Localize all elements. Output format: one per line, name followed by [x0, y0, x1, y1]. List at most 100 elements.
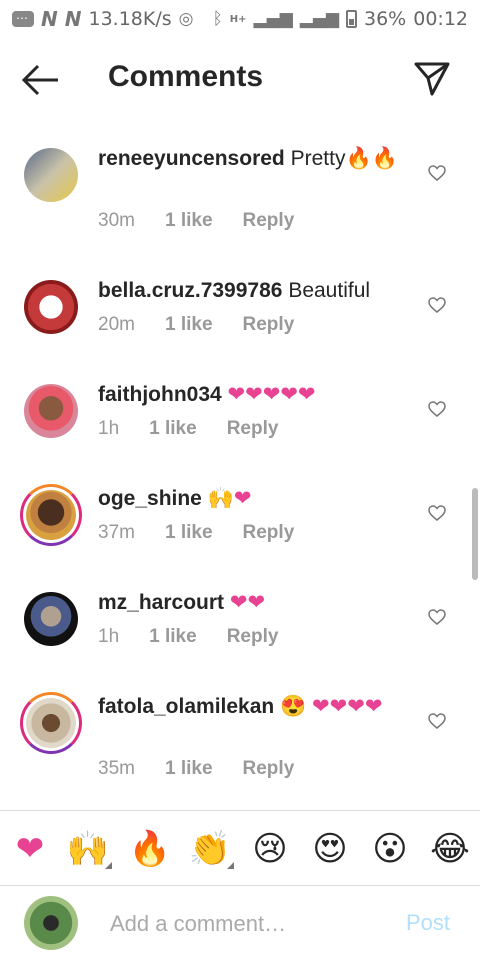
avatar[interactable]	[24, 592, 78, 646]
likes-count[interactable]: 1 like	[165, 758, 213, 780]
comment-meta: 1h 1 like Reply	[98, 626, 278, 648]
comment-text: mz_harcourt ❤❤	[98, 588, 398, 618]
status-bar: N N 13.18K/s ◎ ᛒ H+ ▂▄▆ ▂▄▆ 36% 00:12	[0, 0, 480, 38]
comment-time: 30m	[98, 210, 135, 231]
emoji-clap-button[interactable]: 👏	[188, 827, 234, 871]
avatar[interactable]	[20, 692, 82, 754]
fire-icon: 🔥	[128, 829, 172, 869]
comment-username[interactable]: bella.cruz.7399786	[98, 279, 282, 302]
emoji-surprised-button[interactable]: 😮	[368, 827, 412, 871]
comment-username[interactable]: fatola_olamilekan	[98, 695, 274, 718]
post-button[interactable]: Post	[406, 910, 450, 936]
reply-button[interactable]: Reply	[227, 626, 279, 648]
battery-icon	[346, 10, 357, 28]
raised-hands-icon: 🙌	[66, 829, 110, 869]
heart-outline-icon[interactable]	[428, 609, 446, 625]
signal-icon: ▂▄▆	[299, 9, 339, 29]
comment-username[interactable]: mz_harcourt	[98, 591, 224, 614]
likes-count[interactable]: 1 like	[165, 314, 213, 336]
heart-outline-icon[interactable]	[428, 297, 446, 313]
current-user-avatar[interactable]	[24, 896, 78, 950]
n-icon: N	[41, 7, 58, 31]
surprised-face-icon: 😮	[372, 829, 408, 869]
likes-count[interactable]: 1 like	[165, 522, 213, 544]
avatar[interactable]	[20, 484, 82, 546]
comment-body: ❤❤❤❤❤	[227, 383, 316, 406]
avatar[interactable]	[24, 280, 78, 334]
comment-text: reneeyuncensored Pretty🔥🔥	[98, 144, 398, 174]
scrollbar[interactable]	[472, 488, 478, 580]
network-speed: 13.18K/s	[88, 8, 172, 30]
comment-meta: 30m 1 like Reply	[98, 210, 294, 232]
reply-button[interactable]: Reply	[243, 758, 295, 780]
comment-text: bella.cruz.7399786 Beautiful	[98, 276, 398, 306]
back-button[interactable]	[20, 62, 62, 98]
header: Comments	[0, 40, 480, 120]
comment-input[interactable]	[108, 904, 392, 944]
emoji-raised-hands-button[interactable]: 🙌	[66, 827, 112, 871]
comment-time: 1h	[98, 418, 120, 439]
comment-username[interactable]: reneeyuncensored	[98, 147, 285, 170]
avatar[interactable]	[24, 384, 78, 438]
comment-text: fatola_olamilekan 😍 ❤❤❤❤	[98, 692, 398, 722]
skin-tone-indicator-icon	[227, 862, 234, 869]
likes-count[interactable]: 1 like	[165, 210, 213, 232]
comment-meta: 1h 1 like Reply	[98, 418, 278, 440]
heart-outline-icon[interactable]	[428, 401, 446, 417]
comment-composer: Post	[0, 884, 480, 960]
comment-time: 20m	[98, 314, 135, 335]
comment-body: Beautiful	[288, 279, 371, 302]
list-item: bella.cruz.7399786 Beautiful 20m 1 like …	[0, 276, 480, 366]
comment-meta: 35m 1 like Reply	[98, 758, 294, 780]
list-item: faithjohn034 ❤❤❤❤❤ 1h 1 like Reply	[0, 380, 480, 470]
emoji-heart-eyes-button[interactable]: 😍	[308, 827, 352, 871]
comment-body: ❤❤	[229, 591, 266, 614]
status-right: ᛒ H+ ▂▄▆ ▂▄▆ 36% 00:12	[213, 8, 468, 30]
list-item: reneeyuncensored Pretty🔥🔥 30m 1 like Rep…	[0, 144, 480, 254]
list-item: fatola_olamilekan 😍 ❤❤❤❤ 35m 1 like Repl…	[0, 692, 480, 802]
skin-tone-indicator-icon	[105, 862, 112, 869]
comment-text: oge_shine 🙌❤	[98, 484, 398, 514]
emoji-laughing-button[interactable]: 😂	[428, 827, 472, 871]
comment-body: 🙌❤	[207, 487, 252, 510]
avatar[interactable]	[24, 148, 78, 202]
heart-emoji-icon: ❤	[15, 829, 45, 869]
back-arrow-icon	[21, 64, 58, 96]
comment-time: 1h	[98, 626, 120, 647]
likes-count[interactable]: 1 like	[149, 626, 197, 648]
reply-button[interactable]: Reply	[243, 522, 295, 544]
send-button[interactable]	[412, 58, 452, 98]
comment-body: Pretty🔥🔥	[290, 147, 398, 170]
crying-face-icon: 😢	[252, 829, 288, 869]
heart-outline-icon[interactable]	[428, 713, 446, 729]
heart-outline-icon[interactable]	[428, 505, 446, 521]
emoji-heart-button[interactable]: ❤	[8, 827, 52, 871]
heart-outline-icon[interactable]	[428, 165, 446, 181]
send-paper-plane-icon	[414, 62, 450, 96]
emoji-quick-bar: ❤ 🙌 🔥 👏 😢 😍 😮 😂	[0, 810, 480, 886]
emoji-fire-button[interactable]: 🔥	[128, 827, 172, 871]
battery-percent: 36%	[364, 8, 407, 30]
comment-text: faithjohn034 ❤❤❤❤❤	[98, 380, 398, 410]
laughing-face-icon: 😂	[430, 829, 470, 869]
reply-button[interactable]: Reply	[227, 418, 279, 440]
status-left: N N 13.18K/s ◎	[12, 7, 194, 31]
avatar-image	[26, 490, 76, 540]
comment-time: 37m	[98, 522, 135, 543]
comment-meta: 37m 1 like Reply	[98, 522, 294, 544]
likes-count[interactable]: 1 like	[149, 418, 197, 440]
heart-eyes-icon: 😍	[312, 829, 348, 869]
network-type: H+	[229, 13, 247, 25]
bluetooth-icon: ᛒ	[212, 9, 223, 29]
clock: 00:12	[413, 8, 468, 30]
page-title: Comments	[108, 60, 264, 93]
comment-body: 😍 ❤❤❤❤	[280, 695, 383, 718]
list-item: oge_shine 🙌❤ 37m 1 like Reply	[0, 484, 480, 574]
reply-button[interactable]: Reply	[243, 210, 295, 232]
comment-username[interactable]: faithjohn034	[98, 383, 222, 406]
comment-username[interactable]: oge_shine	[98, 487, 202, 510]
reply-button[interactable]: Reply	[243, 314, 295, 336]
emoji-crying-button[interactable]: 😢	[248, 827, 292, 871]
comment-meta: 20m 1 like Reply	[98, 314, 294, 336]
wifi-hotspot-icon: ◎	[178, 9, 194, 29]
